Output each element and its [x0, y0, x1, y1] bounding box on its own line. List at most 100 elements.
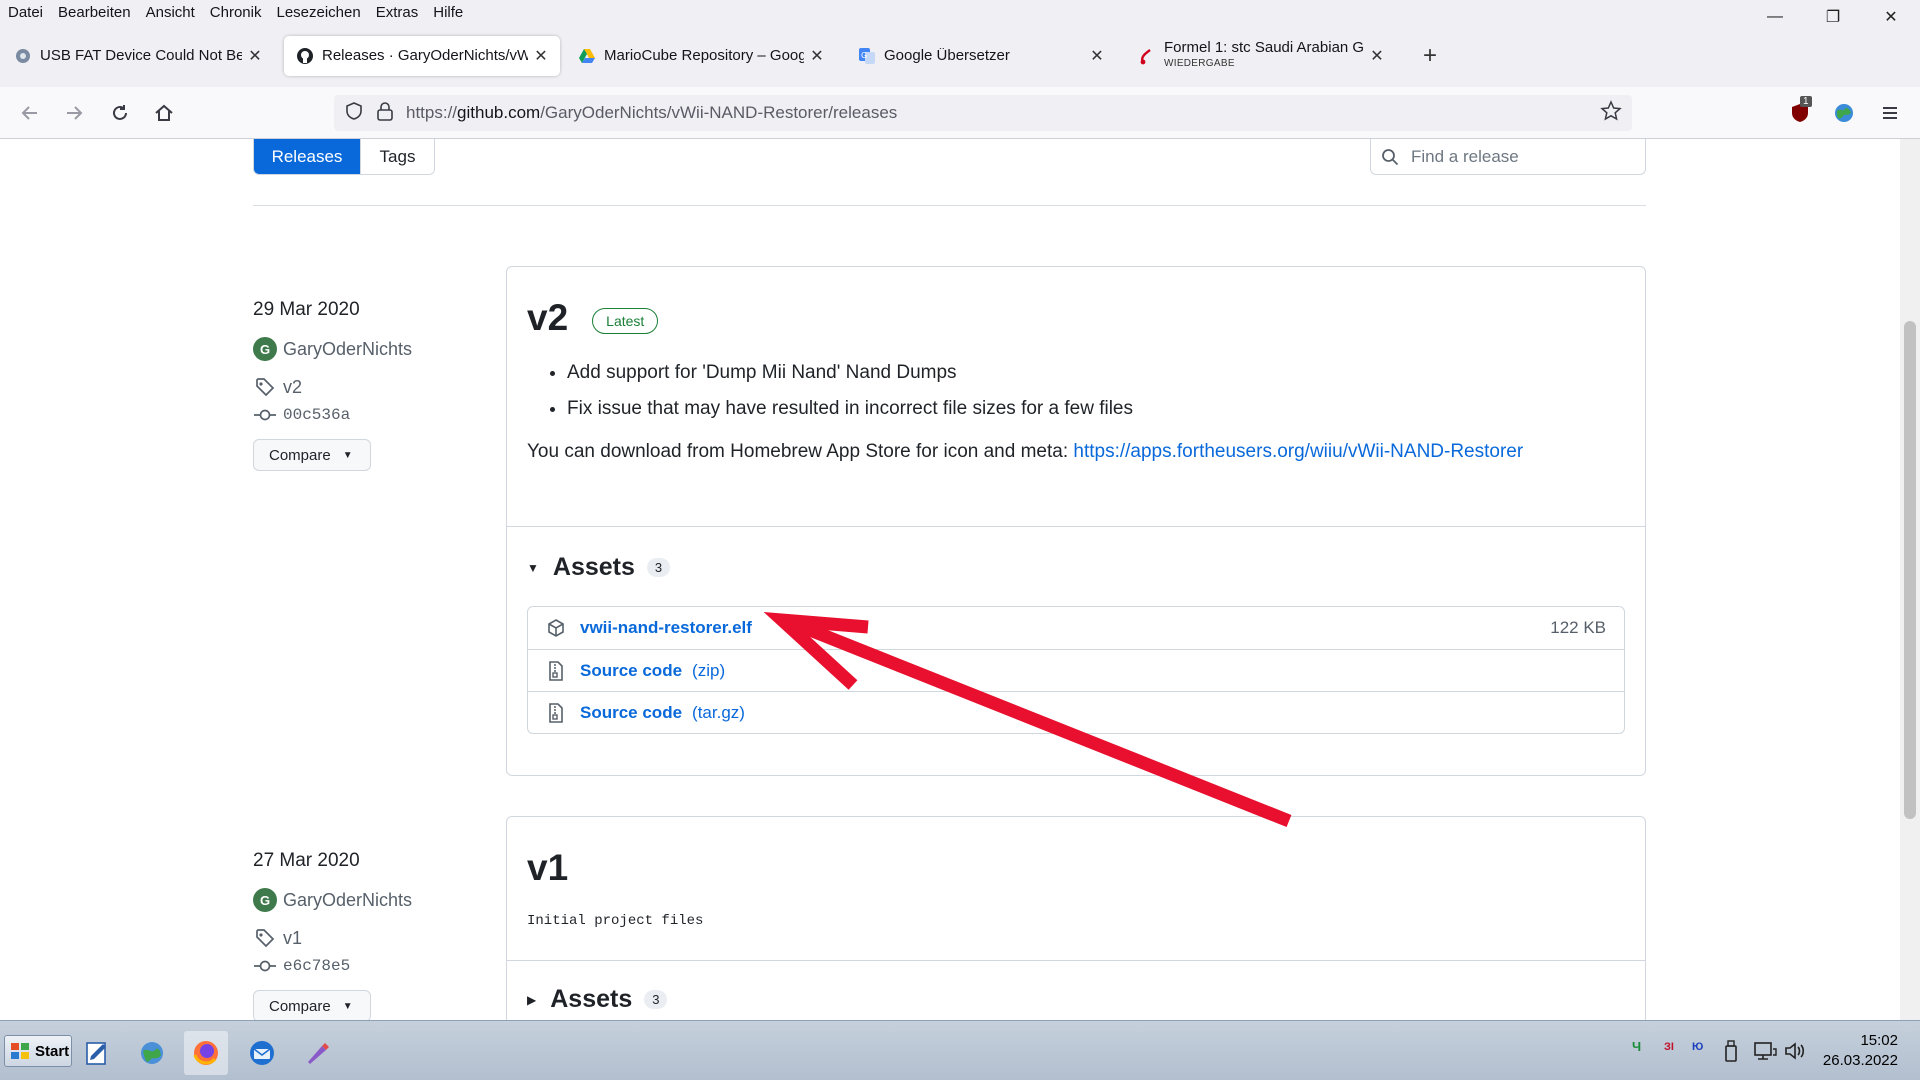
tab-releases[interactable]: Releases · GaryOderNichts/vWii-NAND-Rest… [284, 36, 560, 76]
reload-button[interactable] [106, 99, 134, 127]
assets-count: 3 [646, 558, 671, 577]
taskbar-clock[interactable]: 15:02 26.03.2022 [1823, 1031, 1898, 1071]
release-note: Initial project files [527, 913, 704, 929]
hamburger-menu-icon [1883, 107, 1897, 119]
ublock-extension-button[interactable]: 1 [1786, 96, 1814, 127]
globe-extension-button[interactable] [1830, 99, 1858, 127]
taskbar-app-network[interactable] [130, 1031, 174, 1075]
forward-button[interactable] [60, 99, 88, 127]
tab-close-icon[interactable]: ✕ [1088, 46, 1106, 66]
author-name[interactable]: GaryOderNichts [283, 339, 412, 360]
app-menu-button[interactable] [1876, 99, 1904, 127]
taskbar-app-firefox[interactable] [184, 1031, 228, 1075]
tab-title: Formel 1: stc Saudi Arabian Grand PrixWI… [1164, 40, 1364, 72]
asset-link-elf[interactable]: vwii-nand-restorer.elf [580, 618, 752, 638]
github-favicon-icon [296, 47, 314, 65]
menu-hilfe[interactable]: Hilfe [425, 4, 470, 21]
menu-lesezeichen[interactable]: Lesezeichen [268, 4, 367, 21]
tray-network[interactable] [1750, 1033, 1780, 1069]
commit-hash[interactable]: e6c78e5 [283, 957, 350, 975]
release-title[interactable]: v2 [527, 297, 568, 339]
triangle-down-icon: ▼ [527, 560, 539, 575]
find-release-input[interactable]: Find a release [1370, 139, 1646, 175]
tray-volume[interactable] [1780, 1033, 1810, 1069]
tab-close-icon[interactable]: ✕ [808, 46, 826, 66]
url-path: /GaryOderNichts/vWii-NAND-Restorer/relea… [540, 103, 898, 122]
compare-button[interactable]: Compare ▼ [253, 990, 371, 1020]
compare-label: Compare [269, 446, 331, 464]
tray-indicator[interactable]: ЗІ [1664, 1041, 1674, 1053]
asset-row: Source code (zip) [528, 649, 1624, 691]
thunderbird-icon [250, 1041, 274, 1065]
author-name[interactable]: GaryOderNichts [283, 890, 412, 911]
release-date: 27 Mar 2020 [253, 850, 360, 871]
release-author[interactable]: G GaryOderNichts [253, 886, 412, 914]
tab-close-icon[interactable]: ✕ [532, 46, 550, 66]
home-icon [155, 104, 173, 121]
url-domain: github.com [457, 103, 541, 122]
bookmark-star-icon[interactable] [1600, 99, 1622, 127]
menu-datei[interactable]: Datei [0, 4, 50, 21]
commit-hash[interactable]: 00c536a [283, 406, 350, 424]
tab-title: MarioCube Repository – Google Drive [604, 48, 804, 64]
taskbar-app-paint[interactable] [296, 1031, 340, 1075]
tab-close-icon[interactable]: ✕ [1368, 46, 1386, 66]
tab-close-icon[interactable]: ✕ [246, 46, 264, 66]
commit-icon [253, 954, 277, 978]
scrollbar-thumb[interactable] [1904, 321, 1916, 819]
url-bar[interactable]: https://github.com/GaryOderNichts/vWii-N… [334, 95, 1632, 131]
release-tag[interactable]: v2 [253, 373, 412, 401]
tab-subtitle: WIEDERGABE [1164, 58, 1235, 69]
taskbar-app-notepad[interactable] [76, 1031, 120, 1075]
release-tag[interactable]: v1 [253, 924, 412, 952]
tab-google-translate[interactable]: G Google Übersetzer ✕ [846, 36, 1116, 76]
forward-arrow-icon [67, 106, 83, 120]
asset-link-source-zip[interactable]: Source code [580, 661, 682, 681]
tab-formel1[interactable]: Formel 1: stc Saudi Arabian Grand PrixWI… [1126, 36, 1396, 76]
download-text: You can download from Homebrew App Store… [527, 441, 1074, 462]
page-scrollbar[interactable] [1900, 139, 1920, 1020]
reload-icon [113, 105, 127, 120]
homebrew-app-store-link[interactable]: https://apps.fortheusers.org/wiiu/vWii-N… [1073, 441, 1523, 462]
release-author[interactable]: G GaryOderNichts [253, 335, 412, 363]
release-title[interactable]: v1 [527, 847, 1625, 889]
assets-toggle[interactable]: ▼ Assets 3 [527, 553, 1625, 582]
playing-audio-icon [1138, 47, 1156, 65]
releases-tab[interactable]: Releases [254, 139, 360, 174]
back-arrow-icon [21, 106, 37, 120]
tag-name[interactable]: v1 [283, 928, 302, 949]
download-paragraph: You can download from Homebrew App Store… [527, 441, 1625, 463]
tray-indicator[interactable]: Ю [1692, 1041, 1703, 1053]
release-commit[interactable]: 00c536a [253, 401, 412, 429]
tab-usb-fat[interactable]: USB FAT Device Could Not Be Opened ✕ [2, 36, 274, 76]
file-zip-icon [546, 702, 566, 723]
back-button[interactable] [16, 99, 44, 127]
release-meta-v2: 29 Mar 2020 G GaryOderNichts v2 00c536a … [253, 299, 412, 471]
divider [253, 205, 1646, 206]
asset-link-source-targz[interactable]: Source code [580, 703, 682, 723]
release-note: Add support for 'Dump Mii Nand' Nand Dum… [567, 355, 1625, 391]
compare-button[interactable]: Compare ▼ [253, 439, 371, 471]
home-button[interactable] [150, 99, 178, 127]
tray-indicator[interactable]: Ч [1632, 1039, 1641, 1054]
releases-tags-toggle: Releases Tags [253, 139, 435, 175]
release-commit[interactable]: e6c78e5 [253, 952, 412, 980]
tracking-protection-shield-icon[interactable] [344, 101, 364, 126]
tab-mariocube[interactable]: MarioCube Repository – Google Drive ✕ [566, 36, 836, 76]
tray-usb[interactable] [1718, 1033, 1744, 1069]
asset-format[interactable]: (tar.gz) [692, 703, 745, 723]
url-scheme: https:// [406, 103, 458, 122]
taskbar-app-thunderbird[interactable] [240, 1031, 284, 1075]
compare-label: Compare [269, 997, 331, 1015]
new-tab-button[interactable]: + [1418, 36, 1442, 76]
asset-format[interactable]: (zip) [692, 661, 725, 681]
tag-name[interactable]: v2 [283, 377, 302, 398]
menu-ansicht[interactable]: Ansicht [138, 4, 202, 21]
start-button[interactable]: Start [4, 1035, 72, 1067]
menu-extras[interactable]: Extras [368, 4, 426, 21]
menu-chronik[interactable]: Chronik [202, 4, 269, 21]
lock-icon[interactable] [376, 101, 394, 126]
assets-toggle[interactable]: ▶ Assets 3 [527, 985, 1625, 1014]
menu-bearbeiten[interactable]: Bearbeiten [50, 4, 138, 21]
tags-tab[interactable]: Tags [360, 139, 434, 174]
